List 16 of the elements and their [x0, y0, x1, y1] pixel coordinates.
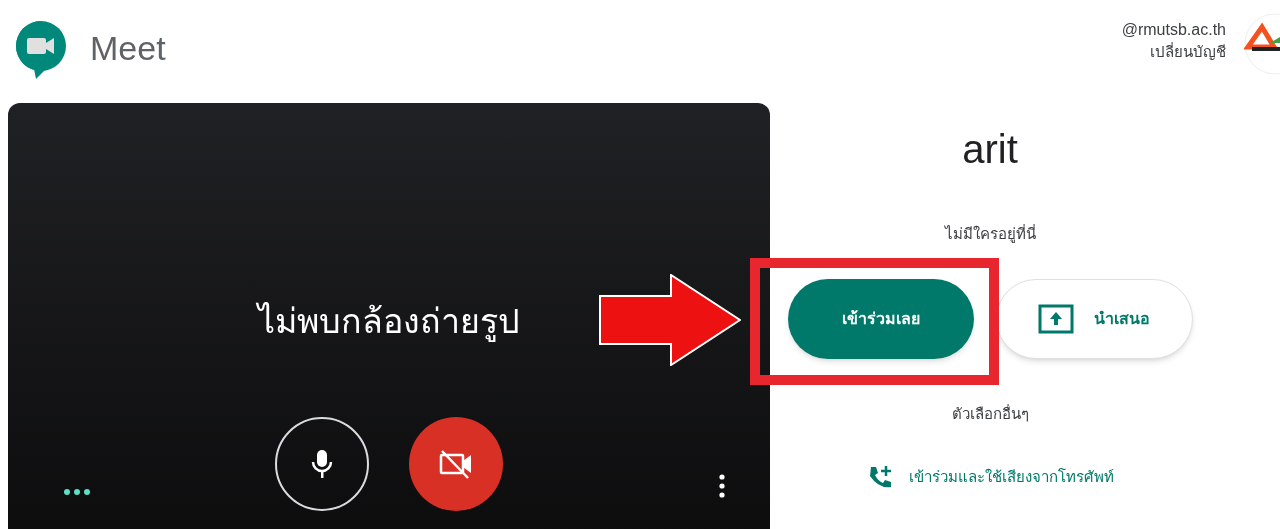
microphone-icon — [310, 449, 334, 479]
meeting-status: ไม่มีใครอยู่ที่นี่ — [944, 224, 1036, 244]
meeting-name: arit — [962, 126, 1018, 173]
more-options-icon[interactable] — [719, 474, 725, 498]
join-by-phone-link[interactable]: เข้าร่วมและใช้เสียงจากโทรศัพท์ — [866, 464, 1114, 490]
account-email: @rmutsb.ac.th — [1121, 19, 1226, 40]
switch-account-link[interactable]: เปลี่ยนบัญชี — [1150, 40, 1226, 63]
meet-logo-icon — [14, 18, 68, 79]
present-screen-icon — [1038, 304, 1074, 334]
other-options-label: ตัวเลือกอื่นๆ — [951, 404, 1029, 424]
app-name: Meet — [90, 28, 166, 69]
no-camera-message: ไม่พบกล้องถ่ายรูป — [258, 301, 520, 344]
microphone-button[interactable] — [275, 417, 369, 511]
join-now-button[interactable]: เข้าร่วมเลย — [787, 279, 974, 359]
camera-off-icon — [438, 448, 474, 480]
loading-dots-icon — [64, 489, 90, 495]
